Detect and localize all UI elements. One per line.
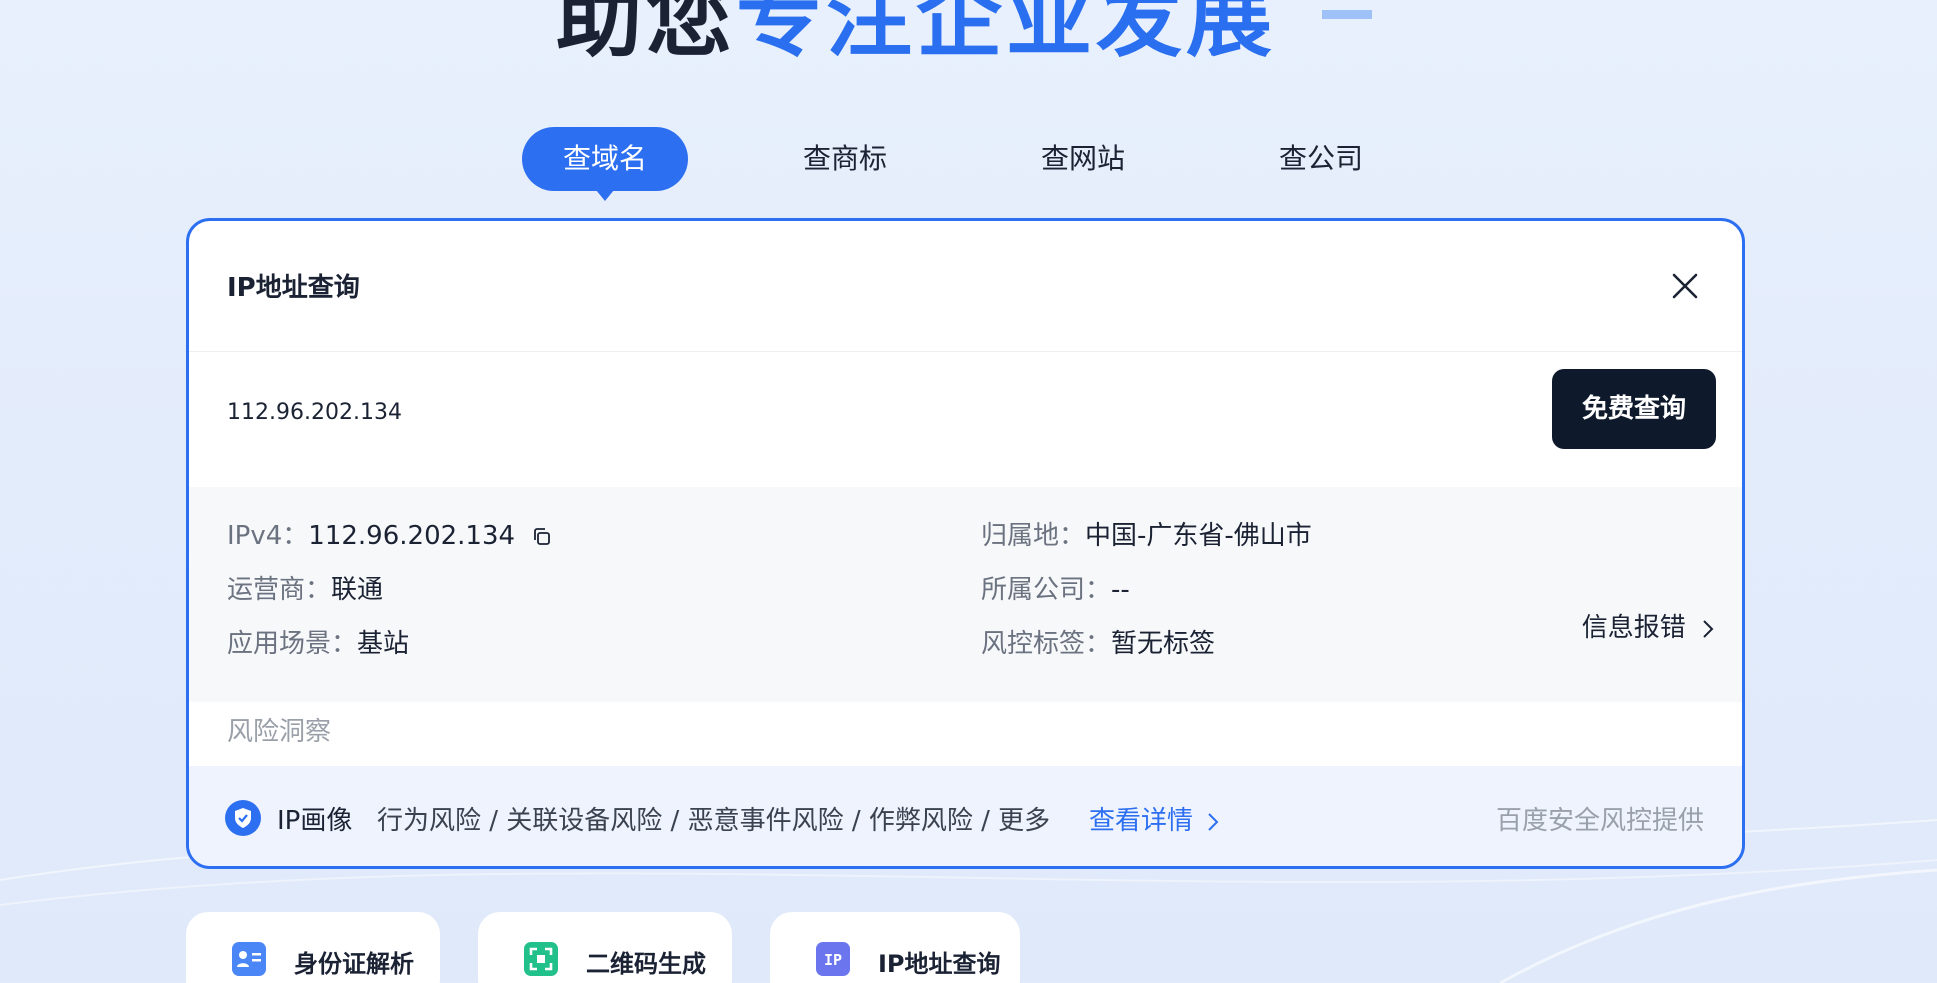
ipv4-value: 112.96.202.134 — [308, 521, 516, 551]
scene-row: 应用场景：基站 — [227, 623, 409, 660]
ip-profile-risks: 行为风险 / 关联设备风险 / 恶意事件风险 / 作弊风险 / 更多 — [377, 806, 1051, 836]
hero-title-prefix: 助您 — [556, 0, 736, 69]
ip-profile-title: IP画像 — [277, 806, 353, 836]
isp-value: 联通 — [331, 575, 384, 605]
company-value: -- — [1111, 575, 1130, 605]
tool-label: 二维码生成 — [586, 950, 706, 978]
chevron-right-icon — [1208, 812, 1219, 831]
tab-website[interactable]: 查网站 — [1000, 127, 1166, 191]
card-header: IP地址查询 — [189, 221, 1742, 352]
qr-code-icon — [524, 942, 558, 976]
search-tabs: 查域名 查商标 查网站 查公司 — [0, 127, 1937, 201]
id-card-icon — [232, 942, 266, 976]
report-error-link[interactable]: 信息报错 — [1582, 607, 1716, 644]
risk-insight-label: 风险洞察 — [227, 717, 332, 747]
isp-label: 运营商： — [227, 575, 332, 605]
scene-value: 基站 — [357, 629, 410, 659]
risk-tag-label: 风控标签： — [981, 629, 1112, 659]
view-details-link[interactable]: 查看详情 — [1089, 800, 1221, 837]
ip-query-card: IP地址查询 免费查询 IPv4：112.96.202.134 归属地：中国-广… — [186, 218, 1745, 869]
tab-trademark[interactable]: 查商标 — [762, 127, 928, 191]
provider-note: 百度安全风控提供 — [1495, 806, 1704, 836]
isp-row: 运营商：联通 — [227, 569, 383, 606]
company-label: 所属公司： — [981, 575, 1112, 605]
tab-domain[interactable]: 查域名 — [522, 127, 688, 201]
scene-label: 应用场景： — [227, 629, 358, 659]
ip-query-input[interactable] — [227, 394, 1227, 430]
tool-id-card-parse[interactable]: 身份证解析 — [186, 912, 440, 983]
hero-cursor — [1322, 10, 1372, 19]
card-title: IP地址查询 — [227, 273, 360, 303]
svg-text:IP: IP — [824, 951, 842, 969]
query-result-panel: IPv4：112.96.202.134 归属地：中国-广东省-佛山市 运营商：联… — [189, 487, 1742, 702]
ipv4-label: IPv4： — [227, 521, 309, 551]
free-query-button[interactable]: 免费查询 — [1552, 369, 1716, 449]
hero-title: 助您专注企业发展 — [556, 0, 1276, 73]
hero-title-accent: 专注企业发展 — [736, 0, 1276, 69]
view-details-label: 查看详情 — [1089, 806, 1194, 836]
tab-company[interactable]: 查公司 — [1238, 127, 1404, 191]
risk-tag-row: 风控标签：暂无标签 — [981, 623, 1215, 660]
ip-icon: IP — [816, 942, 850, 976]
ip-profile-bar: IP画像 行为风险 / 关联设备风险 / 恶意事件风险 / 作弊风险 / 更多 … — [189, 766, 1742, 866]
ipv4-row: IPv4：112.96.202.134 — [227, 515, 553, 552]
risk-tag-value: 暂无标签 — [1111, 629, 1216, 659]
tool-ip-query[interactable]: IP IP地址查询 — [770, 912, 1020, 983]
location-row: 归属地：中国-广东省-佛山市 — [981, 515, 1312, 552]
copy-icon[interactable] — [531, 526, 553, 548]
company-row: 所属公司：-- — [981, 569, 1130, 606]
chevron-right-icon — [1703, 619, 1714, 638]
tool-label: IP地址查询 — [878, 950, 1001, 978]
tool-qr-generate[interactable]: 二维码生成 — [478, 912, 732, 983]
location-label: 归属地： — [981, 521, 1086, 551]
shield-icon — [225, 800, 261, 836]
close-icon[interactable] — [1670, 271, 1700, 301]
location-value: 中国-广东省-佛山市 — [1085, 521, 1312, 551]
report-error-label: 信息报错 — [1581, 613, 1686, 643]
tool-label: 身份证解析 — [294, 950, 414, 978]
